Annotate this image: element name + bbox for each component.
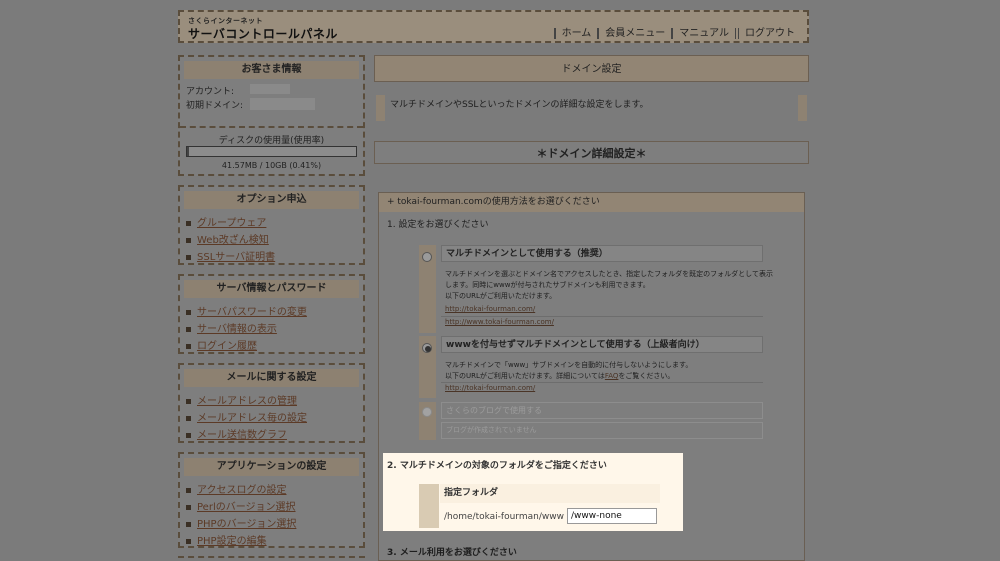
option1-radio-cell[interactable] bbox=[419, 245, 436, 333]
sidebar-item-mail-address[interactable]: メールアドレスの管理 bbox=[186, 393, 307, 410]
sidebar-item-php-version[interactable]: PHPのバージョン選択 bbox=[186, 516, 296, 533]
header-bar: さくらインターネット サーバコントロールパネル ホーム 会員メニュー マニュアル… bbox=[178, 10, 809, 43]
bullet-icon bbox=[186, 398, 191, 404]
disk-usage-value: 41.57MB / 10GB (0.41%) bbox=[221, 161, 322, 170]
sidebar-box-server: サーバ情報とパスワード サーバパスワードの変更 サーバ情報の表示 ログイン履歴 bbox=[178, 274, 365, 354]
bullet-icon bbox=[186, 432, 191, 438]
customer-info-box: お客さま情報 アカウント: 初期ドメイン: ディスクの使用量(使用率) 41.5… bbox=[178, 55, 365, 176]
option1-radio[interactable] bbox=[422, 252, 432, 262]
folder-row-marker bbox=[419, 484, 439, 528]
step1-title: 1. 設定をお選びください bbox=[387, 220, 489, 230]
account-label: アカウント: bbox=[186, 87, 235, 97]
bullet-icon bbox=[186, 521, 191, 527]
description-text: マルチドメインやSSLといったドメインの詳細な設定をします。 bbox=[390, 100, 649, 110]
divider bbox=[441, 382, 763, 383]
initial-domain-label: 初期ドメイン: bbox=[186, 101, 244, 111]
option1-description-2: します。同時にwwwが付与されたサブドメインも利用できます。 bbox=[445, 281, 650, 289]
bullet-icon bbox=[186, 538, 191, 544]
detail-settings-title: ＊ドメイン詳細設定＊ bbox=[374, 141, 809, 164]
nav-logout[interactable]: ログアウト bbox=[735, 28, 801, 39]
disk-usage-fill bbox=[187, 147, 189, 156]
bullet-icon bbox=[186, 504, 191, 510]
nav-member-menu[interactable]: 会員メニュー bbox=[597, 28, 671, 39]
option3-label: さくらのブログで使用する bbox=[441, 402, 763, 419]
sidebar-item-server-info[interactable]: サーバ情報の表示 bbox=[186, 321, 307, 338]
sidebar-item-ssl[interactable]: SSLサーバ証明書 bbox=[186, 249, 275, 266]
option1-label: マルチドメインとして使用する（推奨） bbox=[441, 245, 763, 262]
sidebar-item-php-settings[interactable]: PHP設定の編集 bbox=[186, 533, 296, 550]
section-title: ドメイン設定 bbox=[374, 55, 809, 82]
description-right-mark bbox=[798, 95, 807, 121]
sidebar-item-web-tamper[interactable]: Web改ざん検知 bbox=[186, 232, 275, 249]
bullet-icon bbox=[186, 487, 191, 493]
option2-description-1: マルチドメインで「www」サブドメインを自動的に付与しないようにします。 bbox=[445, 361, 693, 369]
account-value-masked bbox=[250, 84, 290, 94]
option3-radio-cell[interactable] bbox=[419, 402, 436, 440]
usage-panel-title: + tokai-fourman.comの使用方法をお選びください bbox=[379, 193, 804, 212]
folder-prefix: /home/tokai-fourman/www bbox=[444, 512, 564, 522]
option2-radio-cell[interactable] bbox=[419, 336, 436, 398]
folder-label: 指定フォルダ bbox=[440, 484, 660, 503]
sidebar-item-password[interactable]: サーバパスワードの変更 bbox=[186, 304, 307, 321]
divider bbox=[441, 316, 763, 317]
sidebar-item-perl[interactable]: Perlのバージョン選択 bbox=[186, 499, 296, 516]
option1-content: マルチドメインとして使用する（推奨） マルチドメインを選ぶとドメイン名でアクセス… bbox=[441, 245, 773, 333]
option1-description-1: マルチドメインを選ぶとドメイン名でアクセスしたとき、指定したフォルダを既定のフォ… bbox=[445, 270, 773, 278]
faq-link[interactable]: FAQ bbox=[605, 372, 619, 380]
option3-description: ブログが作成されていません bbox=[441, 422, 763, 439]
sidebar-box-title: アプリケーションの設定 bbox=[184, 458, 359, 476]
bullet-icon bbox=[186, 326, 191, 332]
sidebar-item-mail-graph[interactable]: メール送信数グラフ bbox=[186, 427, 307, 444]
bullet-icon bbox=[186, 254, 191, 260]
sidebar-box-title: サーバ情報とパスワード bbox=[184, 280, 359, 298]
sidebar-next-box-edge bbox=[178, 556, 365, 558]
divider bbox=[180, 126, 363, 128]
sidebar-item-login-history[interactable]: ログイン履歴 bbox=[186, 338, 307, 355]
sidebar-item-groupware[interactable]: グループウェア bbox=[186, 215, 275, 232]
header-nav: ホーム 会員メニュー マニュアル ログアウト bbox=[553, 28, 801, 39]
option1-url-2[interactable]: http://www.tokai-fourman.com/ bbox=[445, 318, 554, 326]
sidebar-box-mail: メールに関する設定 メールアドレスの管理 メールアドレス毎の設定 メール送信数グ… bbox=[178, 363, 365, 443]
description-left-mark bbox=[376, 95, 385, 121]
option3-radio-disabled[interactable] bbox=[422, 407, 432, 417]
bullet-icon bbox=[186, 220, 191, 226]
option3-content: さくらのブログで使用する ブログが作成されていません bbox=[441, 402, 763, 440]
folder-section-highlight: 2. マルチドメインの対象のフォルダをご指定ください 指定フォルダ /home/… bbox=[383, 453, 683, 531]
disk-usage-bar bbox=[186, 146, 357, 157]
bullet-icon bbox=[186, 237, 191, 243]
sidebar-box-title: メールに関する設定 bbox=[184, 369, 359, 387]
sidebar-box-title: オプション申込 bbox=[184, 191, 359, 209]
option2-radio-selected[interactable] bbox=[422, 343, 432, 353]
bullet-icon bbox=[186, 309, 191, 315]
sidebar-item-mail-settings[interactable]: メールアドレス毎の設定 bbox=[186, 410, 307, 427]
bullet-icon bbox=[186, 415, 191, 421]
sidebar-box-apps: アプリケーションの設定 アクセスログの設定 Perlのバージョン選択 PHPのバ… bbox=[178, 452, 365, 548]
sidebar-box-options: オプション申込 グループウェア Web改ざん検知 SSLサーバ証明書 bbox=[178, 185, 365, 265]
folder-input[interactable] bbox=[567, 508, 657, 524]
step2-title: 2. マルチドメインの対象のフォルダをご指定ください bbox=[387, 461, 607, 471]
bullet-icon bbox=[186, 343, 191, 349]
option2-label: wwwを付与せずマルチドメインとして使用する（上級者向け） bbox=[441, 336, 763, 353]
brand-title[interactable]: サーバコントロールパネル bbox=[188, 25, 338, 42]
sidebar-item-access-log[interactable]: アクセスログの設定 bbox=[186, 482, 296, 499]
customer-info-title: お客さま情報 bbox=[184, 61, 359, 79]
nav-manual[interactable]: マニュアル bbox=[671, 28, 735, 39]
initial-domain-masked bbox=[250, 98, 315, 110]
option2-description-2: 以下のURLがご利用いただけます。詳細についてはFAQをご覧ください。 bbox=[445, 372, 675, 380]
option2-url-1[interactable]: http://tokai-fourman.com/ bbox=[445, 384, 535, 392]
option1-url-1[interactable]: http://tokai-fourman.com/ bbox=[445, 305, 535, 313]
step3-title: 3. メール利用をお選びください bbox=[387, 548, 517, 558]
description-row: マルチドメインやSSLといったドメインの詳細な設定をします。 bbox=[374, 95, 809, 121]
nav-home[interactable]: ホーム bbox=[553, 28, 598, 39]
disk-usage-title: ディスクの使用量(使用率) bbox=[218, 136, 325, 146]
option2-content: wwwを付与せずマルチドメインとして使用する（上級者向け） マルチドメインで「w… bbox=[441, 336, 763, 398]
option1-description-3: 以下のURLがご利用いただけます。 bbox=[445, 292, 557, 300]
usage-panel: + tokai-fourman.comの使用方法をお選びください 1. 設定をお… bbox=[378, 192, 805, 561]
